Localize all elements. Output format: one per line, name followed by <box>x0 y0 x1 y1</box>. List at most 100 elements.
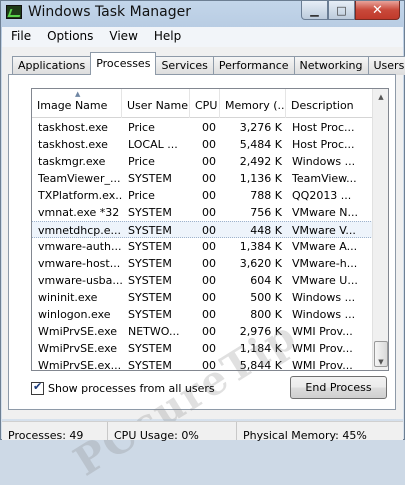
column-cpu[interactable]: CPU <box>190 89 220 118</box>
process-rows: taskhost.exePrice003,276 KHost Proc...ta… <box>32 119 373 371</box>
column-image-name[interactable]: ▲ Image Name <box>32 89 122 118</box>
process-row[interactable]: WmiPrvSE.ex...SYSTEM005,844 KWMI Prov... <box>32 357 373 371</box>
process-description: VMware V... <box>286 222 373 237</box>
process-row[interactable]: vmware-auth...SYSTEM001,384 KVMware A... <box>32 238 373 255</box>
process-image-name: winlogon.exe <box>32 306 122 323</box>
process-user-name: Price <box>122 119 190 136</box>
minimize-button[interactable]: ▁ <box>301 1 328 20</box>
task-manager-window: Windows Task Manager ▁ □ ✕ File Options … <box>0 0 405 440</box>
close-button[interactable]: ✕ <box>355 1 400 20</box>
process-row[interactable]: taskhost.exeLOCAL ...005,484 KHost Proc.… <box>32 136 373 153</box>
title-bar[interactable]: Windows Task Manager ▁ □ ✕ <box>1 1 404 25</box>
close-icon: ✕ <box>372 3 383 18</box>
column-user-name[interactable]: User Name <box>122 89 190 118</box>
process-description: VMware-h... <box>286 255 373 272</box>
process-image-name: WmiPrvSE.exe <box>32 323 122 340</box>
process-row[interactable]: WmiPrvSE.exeSYSTEM001,184 KWMI Prov... <box>32 340 373 357</box>
scroll-up-arrow-icon: ▲ <box>378 93 383 101</box>
process-cpu: 00 <box>190 272 220 289</box>
column-memory[interactable]: Memory (... <box>220 89 286 118</box>
menu-help[interactable]: Help <box>145 27 188 47</box>
process-image-name: vmnat.exe *32 <box>32 204 122 221</box>
scroll-down-button[interactable]: ▼ <box>373 354 389 370</box>
process-row[interactable]: WmiPrvSE.exeNETWO...002,976 KWMI Prov... <box>32 323 373 340</box>
process-cpu: 00 <box>190 153 220 170</box>
process-user-name: SYSTEM <box>122 340 190 357</box>
process-image-name: TXPlatform.ex... <box>32 187 122 204</box>
process-image-name: taskmgr.exe <box>32 153 122 170</box>
process-cpu: 00 <box>190 136 220 153</box>
column-description[interactable]: Description <box>286 89 373 118</box>
process-description: VMware N... <box>286 204 373 221</box>
process-cpu: 00 <box>190 204 220 221</box>
process-memory: 5,484 K <box>220 136 286 153</box>
status-cpu-usage: CPU Usage: 0% <box>108 422 237 440</box>
process-memory: 5,844 K <box>220 357 286 371</box>
tab-strip: Applications Processes Services Performa… <box>12 53 405 75</box>
process-memory: 448 K <box>220 222 286 237</box>
tab-processes[interactable]: Processes <box>90 52 156 75</box>
process-user-name: SYSTEM <box>122 170 190 187</box>
maximize-button[interactable]: □ <box>328 1 355 20</box>
process-row[interactable]: vmware-usba...SYSTEM00604 KVMware U... <box>32 272 373 289</box>
process-description: VMware A... <box>286 238 373 255</box>
status-physical-memory: Physical Memory: 45% <box>237 422 403 440</box>
process-user-name: SYSTEM <box>122 255 190 272</box>
process-row[interactable]: taskhost.exePrice003,276 KHost Proc... <box>32 119 373 136</box>
sort-ascending-icon: ▲ <box>75 90 80 98</box>
tab-services[interactable]: Services <box>155 56 213 75</box>
tab-performance[interactable]: Performance <box>213 56 295 75</box>
process-image-name: WmiPrvSE.ex... <box>32 357 122 371</box>
process-description: VMware U... <box>286 272 373 289</box>
menu-view[interactable]: View <box>100 27 144 47</box>
menu-options[interactable]: Options <box>38 27 100 47</box>
process-cpu: 00 <box>190 323 220 340</box>
process-user-name: SYSTEM <box>122 222 190 237</box>
tab-applications[interactable]: Applications <box>12 56 91 75</box>
process-row[interactable]: vmware-host...SYSTEM003,620 KVMware-h... <box>32 255 373 272</box>
process-memory: 788 K <box>220 187 286 204</box>
scroll-down-arrow-icon: ▼ <box>378 358 383 366</box>
process-row[interactable]: TXPlatform.ex...Price00788 KQQ2013 ... <box>32 187 373 204</box>
process-user-name: SYSTEM <box>122 306 190 323</box>
process-image-name: taskhost.exe <box>32 136 122 153</box>
process-memory: 1,184 K <box>220 340 286 357</box>
end-process-button[interactable]: End Process <box>290 376 387 399</box>
process-user-name: NETWO... <box>122 323 190 340</box>
process-memory: 3,276 K <box>220 119 286 136</box>
process-cpu: 00 <box>190 357 220 371</box>
process-description: WMI Prov... <box>286 323 373 340</box>
process-user-name: LOCAL ... <box>122 136 190 153</box>
process-description: Windows ... <box>286 289 373 306</box>
process-list-header: ▲ Image Name User Name CPU Memory (... D… <box>32 89 373 118</box>
process-description: WMI Prov... <box>286 340 373 357</box>
vertical-scrollbar[interactable]: ▲ ▼ <box>372 89 388 370</box>
process-image-name: TeamViewer_... <box>32 170 122 187</box>
tab-users[interactable]: Users <box>368 56 405 75</box>
process-cpu: 00 <box>190 289 220 306</box>
process-cpu: 00 <box>190 238 220 255</box>
process-row[interactable]: vmnat.exe *32SYSTEM00756 KVMware N... <box>32 204 373 221</box>
show-all-checkbox[interactable]: ✔ <box>31 382 44 395</box>
process-row[interactable]: winlogon.exeSYSTEM00800 KWindows ... <box>32 306 373 323</box>
process-user-name: Price <box>122 187 190 204</box>
process-memory: 2,492 K <box>220 153 286 170</box>
process-image-name: vmware-auth... <box>32 238 122 255</box>
tab-networking[interactable]: Networking <box>294 56 369 75</box>
process-row[interactable]: vmnetdhcp.e...SYSTEM00448 KVMware V... <box>32 221 373 238</box>
process-user-name: Price <box>122 153 190 170</box>
process-user-name: SYSTEM <box>122 204 190 221</box>
process-memory: 2,976 K <box>220 323 286 340</box>
process-image-name: taskhost.exe <box>32 119 122 136</box>
process-row[interactable]: taskmgr.exePrice002,492 KWindows ... <box>32 153 373 170</box>
process-cpu: 00 <box>190 306 220 323</box>
process-row[interactable]: wininit.exeSYSTEM00500 KWindows ... <box>32 289 373 306</box>
show-all-label: Show processes from all users <box>48 382 215 395</box>
process-user-name: SYSTEM <box>122 238 190 255</box>
process-description: Host Proc... <box>286 119 373 136</box>
status-bar: Processes: 49 CPU Usage: 0% Physical Mem… <box>2 421 403 440</box>
menu-file[interactable]: File <box>2 27 38 47</box>
show-all-processes-option[interactable]: ✔ Show processes from all users <box>31 382 215 395</box>
scroll-up-button[interactable]: ▲ <box>373 89 389 105</box>
process-row[interactable]: TeamViewer_...SYSTEM001,136 KTeamView... <box>32 170 373 187</box>
